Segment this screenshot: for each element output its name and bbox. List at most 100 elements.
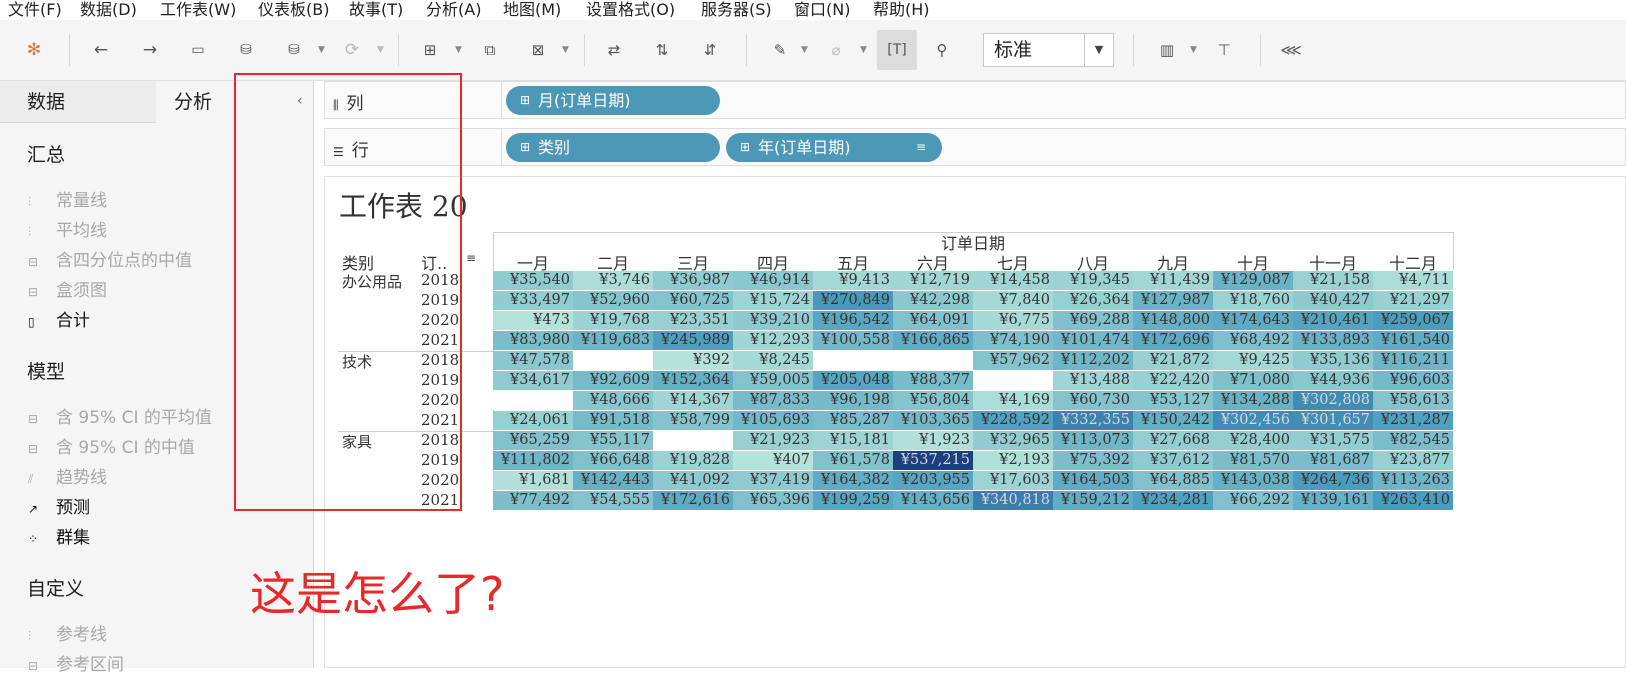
table-cell[interactable]: ¥119,683 [573, 331, 653, 350]
menu-item[interactable]: 数据(D) [80, 0, 137, 20]
redo-icon[interactable]: → [138, 38, 162, 62]
table-cell[interactable]: ¥105,693 [733, 411, 813, 430]
table-cell[interactable]: ¥116,211 [1373, 351, 1453, 370]
table-cell[interactable]: ¥96,603 [1373, 371, 1453, 390]
table-cell[interactable]: ¥103,365 [893, 411, 973, 430]
table-cell[interactable]: ¥14,458 [973, 271, 1053, 290]
table-cell[interactable]: ¥113,263 [1373, 471, 1453, 490]
save-icon[interactable]: ▭ [186, 38, 210, 62]
chevron-down-icon[interactable]: ▼ [860, 45, 867, 55]
pill-year-order-date[interactable]: ⊞ 年(订单日期) ≡ [726, 133, 942, 162]
table-cell[interactable]: ¥81,570 [1213, 451, 1293, 470]
table-cell[interactable]: ¥40,427 [1293, 291, 1373, 310]
table-cell[interactable] [653, 431, 733, 450]
menu-item[interactable]: 工作表(W) [160, 0, 236, 20]
table-cell[interactable]: ¥17,603 [973, 471, 1053, 490]
fix-axes-icon[interactable]: ⚲ [930, 38, 954, 62]
table-cell[interactable]: ¥164,382 [813, 471, 893, 490]
table-cell[interactable]: ¥33,497 [493, 291, 573, 310]
table-cell[interactable]: ¥56,804 [893, 391, 973, 410]
table-cell[interactable]: ¥302,808 [1293, 391, 1373, 410]
table-cell[interactable]: ¥65,396 [733, 491, 813, 510]
table-cell[interactable]: ¥88,377 [893, 371, 973, 390]
refresh-icon[interactable]: ⟳ [340, 38, 364, 62]
table-cell[interactable]: ¥75,392 [1053, 451, 1133, 470]
analytics-item[interactable]: ▯ 合计 [28, 306, 90, 331]
table-cell[interactable]: ¥8,245 [733, 351, 813, 370]
table-cell[interactable]: ¥48,666 [573, 391, 653, 410]
table-cell[interactable]: ¥28,400 [1213, 431, 1293, 450]
table-cell[interactable]: ¥245,989 [653, 331, 733, 350]
table-cell[interactable]: ¥174,643 [1213, 311, 1293, 330]
show-me-icon[interactable]: ▥ [1155, 38, 1179, 62]
table-cell[interactable]: ¥58,799 [653, 411, 733, 430]
table-cell[interactable]: ¥31,575 [1293, 431, 1373, 450]
table-cell[interactable]: ¥58,613 [1373, 391, 1453, 410]
table-cell[interactable]: ¥21,872 [1133, 351, 1213, 370]
presentation-icon[interactable]: ⊤ [1212, 38, 1236, 62]
table-cell[interactable]: ¥1,923 [893, 431, 973, 450]
table-cell[interactable]: ¥228,592 [973, 411, 1053, 430]
group-icon[interactable]: ⌀ [824, 38, 848, 62]
table-cell[interactable]: ¥74,190 [973, 331, 1053, 350]
swap-rows-columns-icon[interactable]: ⇄ [602, 38, 626, 62]
table-cell[interactable]: ¥66,648 [573, 451, 653, 470]
table-cell[interactable]: ¥57,962 [973, 351, 1053, 370]
table-cell[interactable]: ¥77,492 [493, 491, 573, 510]
pause-updates-icon[interactable]: ⛁ [282, 38, 306, 62]
menu-item[interactable]: 分析(A) [426, 0, 481, 20]
table-cell[interactable]: ¥340,818 [973, 491, 1053, 510]
chevron-down-icon[interactable]: ▼ [562, 45, 569, 55]
table-cell[interactable]: ¥392 [653, 351, 733, 370]
menu-item[interactable]: 窗口(N) [794, 0, 850, 20]
table-cell[interactable]: ¥9,413 [813, 271, 893, 290]
table-cell[interactable]: ¥199,259 [813, 491, 893, 510]
analytics-item[interactable]: ⊟ 含 95% CI 的平均值 [28, 403, 212, 428]
menu-item[interactable]: 故事(T) [349, 0, 403, 20]
table-cell[interactable]: ¥129,087 [1213, 271, 1293, 290]
table-cell[interactable]: ¥26,364 [1053, 291, 1133, 310]
table-cell[interactable]: ¥264,736 [1293, 471, 1373, 490]
table-cell[interactable]: ¥1,681 [493, 471, 573, 490]
table-cell[interactable]: ¥81,687 [1293, 451, 1373, 470]
table-cell[interactable]: ¥54,555 [573, 491, 653, 510]
sort-icon[interactable]: ≡ [466, 251, 476, 265]
table-cell[interactable]: ¥21,158 [1293, 271, 1373, 290]
table-cell[interactable]: ¥3,746 [573, 271, 653, 290]
table-cell[interactable]: ¥35,136 [1293, 351, 1373, 370]
table-cell[interactable]: ¥85,287 [813, 411, 893, 430]
expand-icon[interactable]: ⊞ [520, 133, 530, 162]
table-cell[interactable]: ¥44,936 [1293, 371, 1373, 390]
table-cell[interactable]: ¥19,768 [573, 311, 653, 330]
table-cell[interactable]: ¥407 [733, 451, 813, 470]
table-cell[interactable]: ¥64,885 [1133, 471, 1213, 490]
table-cell[interactable]: ¥210,461 [1293, 311, 1373, 330]
menu-item[interactable]: 仪表板(B) [258, 0, 329, 20]
table-cell[interactable]: ¥37,419 [733, 471, 813, 490]
menu-item[interactable]: 帮助(H) [873, 0, 930, 20]
analytics-item[interactable]: ⫶ 常量线 [28, 186, 107, 211]
table-cell[interactable]: ¥537,215 [893, 451, 973, 470]
table-cell[interactable]: ¥301,657 [1293, 411, 1373, 430]
table-cell[interactable]: ¥71,080 [1213, 371, 1293, 390]
table-cell[interactable] [973, 371, 1053, 390]
menu-item[interactable]: 设置格式(O) [586, 0, 675, 20]
rows-shelf[interactable]: ☰ 行 ⊞ 类别 ⊞ 年(订单日期) ≡ [324, 128, 1626, 166]
table-cell[interactable]: ¥68,492 [1213, 331, 1293, 350]
table-cell[interactable]: ¥14,367 [653, 391, 733, 410]
analytics-item[interactable]: ⊟ 含四分位点的中值 [28, 246, 192, 271]
table-cell[interactable]: ¥332,355 [1053, 411, 1133, 430]
table-cell[interactable]: ¥21,297 [1373, 291, 1453, 310]
table-cell[interactable]: ¥142,443 [573, 471, 653, 490]
new-datasource-icon[interactable]: ⛁ [234, 38, 258, 62]
table-cell[interactable]: ¥196,542 [813, 311, 893, 330]
show-mark-labels-icon[interactable]: [T] [877, 30, 917, 70]
table-cell[interactable]: ¥60,725 [653, 291, 733, 310]
fit-select[interactable]: 标准 ▼ [983, 33, 1114, 67]
table-cell[interactable]: ¥473 [493, 311, 573, 330]
table-cell[interactable]: ¥172,616 [653, 491, 733, 510]
table-cell[interactable]: ¥7,840 [973, 291, 1053, 310]
table-cell[interactable]: ¥113,073 [1053, 431, 1133, 450]
table-cell[interactable]: ¥302,456 [1213, 411, 1293, 430]
table-cell[interactable]: ¥19,828 [653, 451, 733, 470]
